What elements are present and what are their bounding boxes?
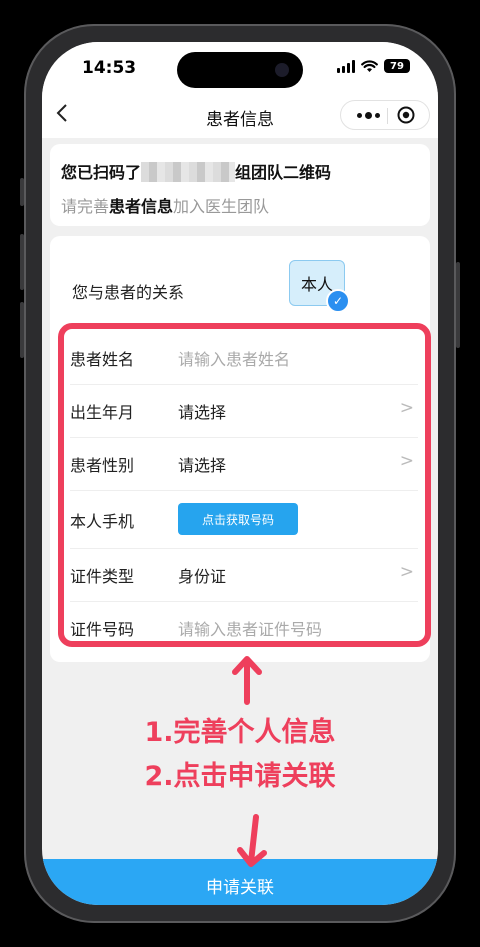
hint-before: 请完善 [61,197,110,216]
blurred-team-name [141,162,236,182]
arrow-up-icon [232,656,262,705]
scan-hint: 请完善患者信息加入医生团队 [61,193,269,217]
wifi-icon [361,59,378,72]
scan-prefix: 您已扫码了 [61,163,142,182]
arrow-down-icon [237,814,267,867]
signal-icon [337,59,355,73]
mini-program-capsule [340,100,430,130]
annotation-step-2: 2.点击申请关联 [144,761,336,792]
capsule-divider [387,108,388,124]
submit-label: 申请关联 [206,878,274,898]
screen: 14:53 79 患者信息 您已扫码了 组团队二维码 请完善患者信息加入医生团队… [42,42,438,905]
scan-suffix: 组团队二维码 [235,163,332,182]
battery-icon: 79 [384,59,410,73]
status-time: 14:53 [82,58,137,78]
status-bar: 14:53 79 [42,42,438,94]
nav-bar: 患者信息 [42,94,438,138]
relation-label: 您与患者的关系 [72,283,185,302]
scan-message: 您已扫码了 组团队二维码 [61,159,331,183]
more-button[interactable] [351,101,385,129]
hint-after: 加入医生团队 [173,197,270,216]
dynamic-island [177,52,303,88]
highlight-box [58,323,431,647]
status-icons: 79 [337,59,410,73]
close-mini-program-icon[interactable] [397,106,415,124]
check-icon: ✓ [326,289,350,313]
hint-bold: 患者信息 [109,197,174,216]
scan-info-card: 您已扫码了 组团队二维码 请完善患者信息加入医生团队 [50,144,430,226]
power-button [456,262,460,348]
annotation-step-1: 1.完善个人信息 [144,717,336,748]
camera-icon [275,63,289,77]
